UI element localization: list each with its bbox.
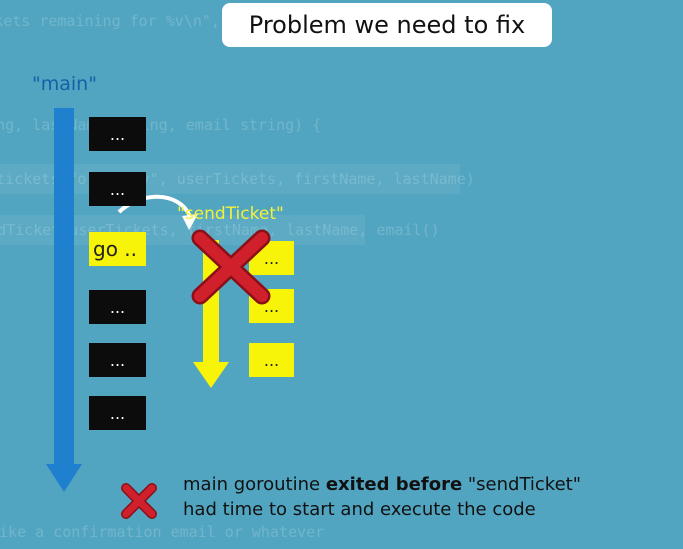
- caption: main goroutine exited before "sendTicket…: [183, 472, 581, 522]
- caption-text: main goroutine: [183, 474, 326, 495]
- caption-line-1: main goroutine exited before "sendTicket…: [183, 472, 581, 497]
- large-cross-icon: [191, 229, 271, 305]
- caption-text: "sendTicket": [462, 474, 581, 495]
- caption-bold-text: exited before: [325, 474, 463, 495]
- cross-graphics: [121, 229, 271, 519]
- small-cross-icon: [121, 483, 157, 519]
- caption-line-2: had time to start and execute the code: [183, 499, 536, 520]
